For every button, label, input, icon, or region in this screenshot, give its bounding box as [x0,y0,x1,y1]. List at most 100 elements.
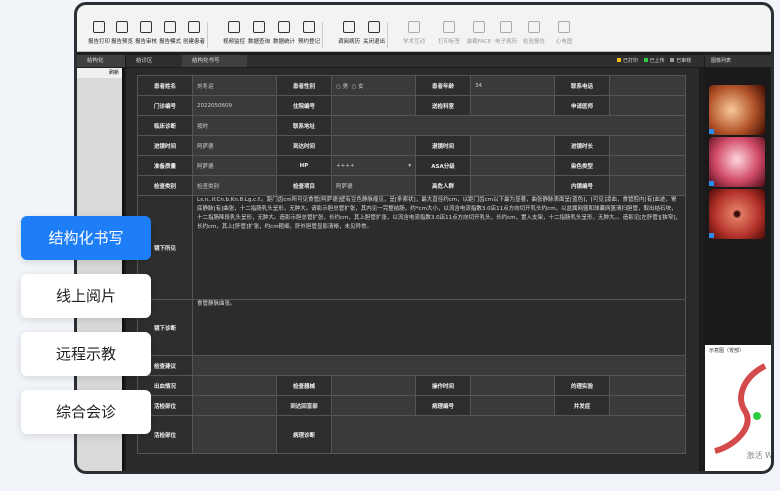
toolbar-button-12[interactable]: 打印标签 [432,21,466,45]
conclusion-textarea[interactable]: 食管静脉曲张。 [192,299,686,356]
complication-field[interactable] [609,395,686,416]
stomach-diagram: 示意图（胃部） 激活 Wi [705,345,771,471]
exam-type-label: 检查类别 [137,175,193,196]
hosp-field[interactable] [331,95,416,116]
prep-field[interactable]: 阿萨德 [192,155,277,176]
pathology-no-label: 病理编号 [415,395,471,416]
duration-label: 进镜时长 [554,135,610,156]
pathology-field[interactable] [331,415,686,454]
sex-label: 患者性别 [276,75,332,96]
op-time-field[interactable] [470,375,555,396]
toolbar-separator [387,22,388,48]
toolbar-label: 检验报告 [522,39,545,45]
biopsy-site-field[interactable] [192,415,277,454]
asa-field[interactable] [470,155,555,176]
name-label: 患者姓名 [137,75,193,96]
exam-item-label: 检查项目 [276,175,332,196]
dept-label: 送检科室 [415,95,471,116]
asa-label: ASA分级 [415,155,471,176]
toolbar-separator [207,22,208,48]
bbs-field[interactable] [331,395,416,416]
arrive-time-field[interactable] [331,135,416,156]
toolbar-icon [558,21,570,33]
pathology-label: 病理诊断 [276,415,332,454]
clinic-label: 门诊编号 [137,95,193,116]
arrive-time-label: 到达时间 [276,135,332,156]
doctor-field[interactable] [609,95,686,116]
sex-radio-group[interactable]: ○ 男 ○ 女 [331,75,416,96]
endoscopy-image-2[interactable] [709,137,765,187]
menu-structured-writing[interactable]: 结构化书写 [21,216,151,260]
exam-type-field[interactable]: 检查类别 [192,175,277,196]
toolbar-icon [188,21,200,33]
address-field[interactable] [331,115,686,136]
hosp-label: 住院编号 [276,95,332,116]
tab-structured[interactable]: 结构化 [77,55,125,67]
toolbar-icon [164,21,176,33]
biopsy-field[interactable] [192,395,277,416]
checkbox-image-2[interactable] [709,181,714,186]
findings-textarea[interactable]: Ls.n..if.Cn.b.Kn.8.Lg.c.f.。距门齿cm所可见食管[阿萨… [192,195,686,300]
refresh-button[interactable]: 刷新 [109,70,119,76]
bbs-label: 到达回盲部 [276,395,332,416]
toolbar-button-16[interactable]: 心电图 [547,21,581,45]
exit-time-field[interactable] [470,135,555,156]
op-time-label: 操作时间 [415,375,471,396]
duration-field[interactable] [609,135,686,156]
pathology-no-field[interactable] [470,395,555,416]
hp-select[interactable]: ++++ ▾ [331,155,416,176]
toolbar-icon [343,21,355,33]
toolbar-icon [303,21,315,33]
checkbox-image-1[interactable] [709,129,714,134]
toolbar-button-8[interactable]: 预约登记 [292,21,326,45]
diagram-title: 示意图（胃部） [709,348,745,354]
lab-field[interactable] [609,375,686,396]
toolbar-icon [228,21,240,33]
clinic-field[interactable]: 2022050609 [192,95,277,116]
high-risk-field[interactable] [470,175,555,196]
toolbar-button-15[interactable]: 检验报告 [517,21,551,45]
endoscopy-image-3[interactable] [709,189,765,239]
age-field[interactable]: 34 [470,75,555,96]
dye-label: 染色类型 [554,155,610,176]
toolbar-button-10[interactable]: 关闭退出 [357,21,391,45]
toolbar-icon [443,21,455,33]
legend-audited: 已审核 [676,58,692,64]
tab-image-list[interactable]: 图像列表 [705,55,771,67]
left-tab-bar: 结构化 [77,55,125,67]
menu-online-reading[interactable]: 线上阅片 [21,274,151,318]
report-form: 患者姓名 刘冬运 患者性别 ○ 男 ○ 女 患者年龄 34 联系电话 门诊编号 … [137,75,686,454]
toolbar-button-11[interactable]: 学术互动 [397,21,431,45]
dept-field[interactable] [470,95,555,116]
exam-item-field[interactable]: 阿萨德 [331,175,416,196]
hp-label: HP [276,155,332,176]
toolbar-icon [500,21,512,33]
scope-field[interactable] [609,175,686,196]
image-list-panel: 图像列表 示意图（胃部） 激活 Wi [705,55,771,471]
tab-clinic[interactable]: 结诊区 [126,55,181,67]
toolbar-button-4[interactable]: 创建患者 [177,21,211,45]
inspect-time-field[interactable]: 阿萨德 [192,135,277,156]
phone-label: 联系电话 [554,75,610,96]
device-field[interactable] [331,375,416,396]
tab-structured-writing[interactable]: 结构化书写 [182,55,247,67]
status-legend: 已打印 已上传 已审核 [617,57,691,64]
bleed-field[interactable] [192,375,277,396]
suggest-field[interactable] [192,355,686,376]
lab-label: 的理实验 [554,375,610,396]
endoscopy-image-1[interactable] [709,85,765,135]
name-field[interactable]: 刘冬运 [192,75,277,96]
diagnosis-field[interactable]: 按时 [192,115,277,136]
address-label: 联系地址 [276,115,332,136]
dye-field[interactable] [609,155,686,176]
toolbar-label: 装载FACE [466,39,492,45]
menu-consultation[interactable]: 综合会诊 [21,390,151,434]
phone-field[interactable] [609,75,686,96]
menu-remote-teaching[interactable]: 远程示教 [21,332,151,376]
legend-printed: 已打印 [623,58,639,64]
toolbar-icon [278,21,290,33]
doctor-label: 申请医师 [554,95,610,116]
checkbox-image-3[interactable] [709,233,714,238]
toolbar-icon [253,21,265,33]
toolbar-label: 关闭退出 [362,39,385,45]
